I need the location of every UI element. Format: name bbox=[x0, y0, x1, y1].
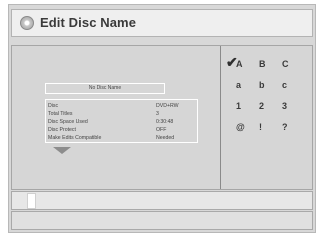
info-row-disc: Disc DVD+RW bbox=[48, 102, 195, 110]
char-key[interactable]: C bbox=[282, 59, 289, 69]
char-key[interactable]: B bbox=[259, 59, 266, 69]
info-label: Disc bbox=[48, 103, 59, 109]
char-key[interactable]: ? bbox=[282, 122, 288, 132]
char-row: A B C bbox=[236, 59, 306, 73]
info-value: Needed bbox=[156, 135, 175, 141]
scroll-down-arrow-icon[interactable] bbox=[53, 147, 71, 154]
info-row-make-edits-compatible: Make Edits Compatible Needed bbox=[48, 134, 195, 142]
info-value: 0:30:48 bbox=[156, 119, 174, 125]
info-value: 3 bbox=[156, 111, 159, 117]
info-row-disc-protect: Disc Protect OFF bbox=[48, 126, 195, 134]
info-label: Make Edits Compatible bbox=[48, 135, 102, 141]
disc-name-display: No Disc Name bbox=[45, 83, 165, 94]
char-key[interactable]: 3 bbox=[282, 101, 287, 111]
char-key[interactable]: ! bbox=[259, 122, 262, 132]
char-row: a b c bbox=[236, 80, 306, 94]
char-key[interactable]: b bbox=[259, 80, 265, 90]
char-key[interactable]: c bbox=[282, 80, 287, 90]
title-bar: Edit Disc Name bbox=[11, 9, 313, 37]
info-value: DVD+RW bbox=[156, 103, 179, 109]
edit-disc-name-dialog: Edit Disc Name No Disc Name Disc DVD+RW … bbox=[8, 4, 316, 233]
info-label: Disc Space Used bbox=[48, 119, 88, 125]
char-key[interactable]: 1 bbox=[236, 101, 241, 111]
char-key[interactable]: @ bbox=[236, 122, 245, 132]
info-label: Disc Protect bbox=[48, 127, 76, 133]
status-bar bbox=[11, 211, 313, 230]
name-input-bar[interactable] bbox=[11, 191, 313, 210]
disc-icon bbox=[20, 16, 34, 30]
page-title: Edit Disc Name bbox=[40, 15, 137, 30]
info-label: Total Titles bbox=[48, 111, 73, 117]
info-value: OFF bbox=[156, 127, 167, 133]
disc-info-box: Disc DVD+RW Total Titles 3 Disc Space Us… bbox=[45, 99, 198, 143]
text-cursor bbox=[27, 193, 36, 209]
info-row-disc-space-used: Disc Space Used 0:30:48 bbox=[48, 118, 195, 126]
char-key[interactable]: 2 bbox=[259, 101, 264, 111]
char-row: 1 2 3 bbox=[236, 101, 306, 115]
character-pad: ✔ A B C a b c 1 2 3 @ ! ? bbox=[221, 46, 312, 189]
main-panel: No Disc Name Disc DVD+RW Total Titles 3 … bbox=[11, 45, 313, 190]
info-row-total-titles: Total Titles 3 bbox=[48, 110, 195, 118]
char-row: @ ! ? bbox=[236, 122, 306, 136]
char-key[interactable]: A bbox=[236, 59, 243, 69]
char-key[interactable]: a bbox=[236, 80, 241, 90]
